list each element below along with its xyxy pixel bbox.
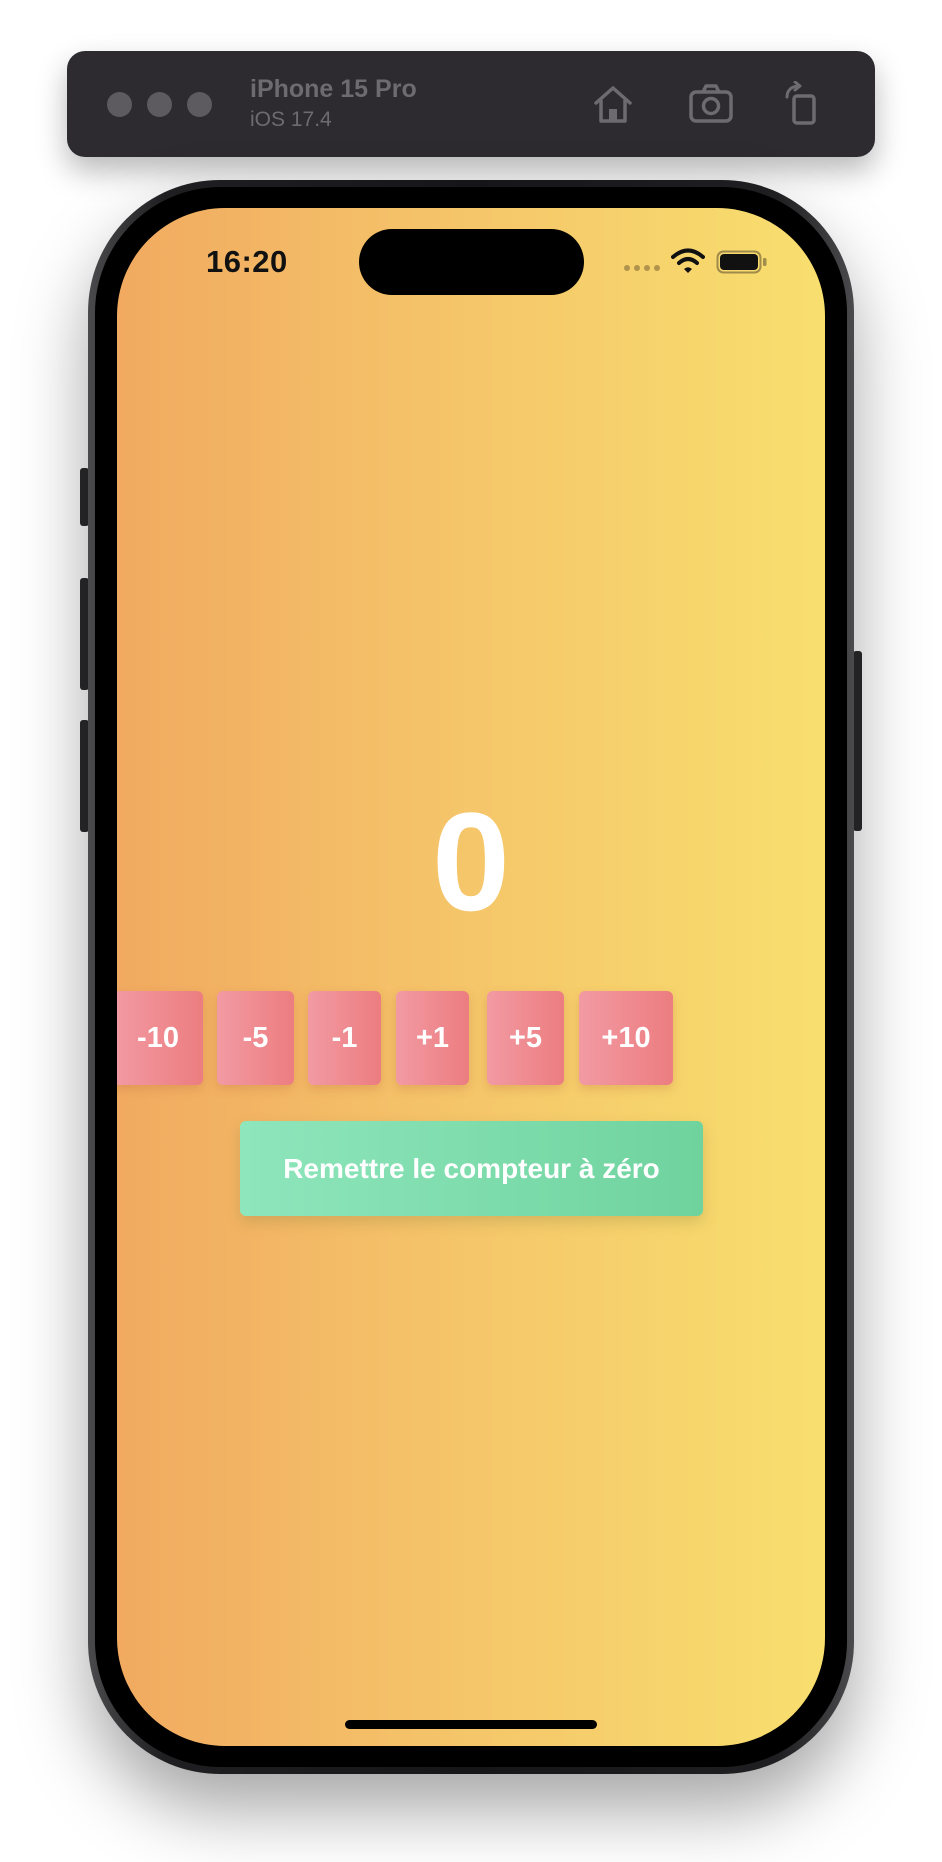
decrement-10-button[interactable]: -10 [117, 991, 203, 1085]
window-zoom-button[interactable] [187, 92, 212, 117]
increment-10-button[interactable]: +10 [579, 991, 673, 1085]
increment-1-button[interactable]: +1 [396, 991, 469, 1085]
rotate-icon[interactable] [779, 81, 825, 127]
home-indicator[interactable] [345, 1720, 597, 1729]
window-minimize-button[interactable] [147, 92, 172, 117]
power-side-button [853, 651, 862, 831]
decrement-5-button[interactable]: -5 [217, 991, 294, 1085]
decrement-1-button[interactable]: -1 [308, 991, 381, 1085]
home-icon[interactable] [590, 81, 636, 127]
battery-icon [716, 250, 767, 274]
counter-value: 0 [432, 783, 510, 940]
app-screen: 16:20 0 -10 -5 -1 +1 +5 +10 Remettre le … [117, 208, 825, 1746]
screenshot-camera-icon[interactable] [688, 81, 734, 127]
device-name: iPhone 15 Pro [250, 75, 417, 103]
reset-counter-button[interactable]: Remettre le compteur à zéro [240, 1121, 703, 1216]
dynamic-island [359, 229, 584, 295]
wifi-icon [671, 248, 705, 273]
window-close-button[interactable] [107, 92, 132, 117]
simulator-toolbar: iPhone 15 Pro iOS 17.4 [67, 51, 875, 157]
signal-dots-icon [624, 265, 660, 271]
status-time: 16:20 [206, 244, 288, 279]
increment-5-button[interactable]: +5 [487, 991, 564, 1085]
os-version: iOS 17.4 [250, 108, 332, 131]
